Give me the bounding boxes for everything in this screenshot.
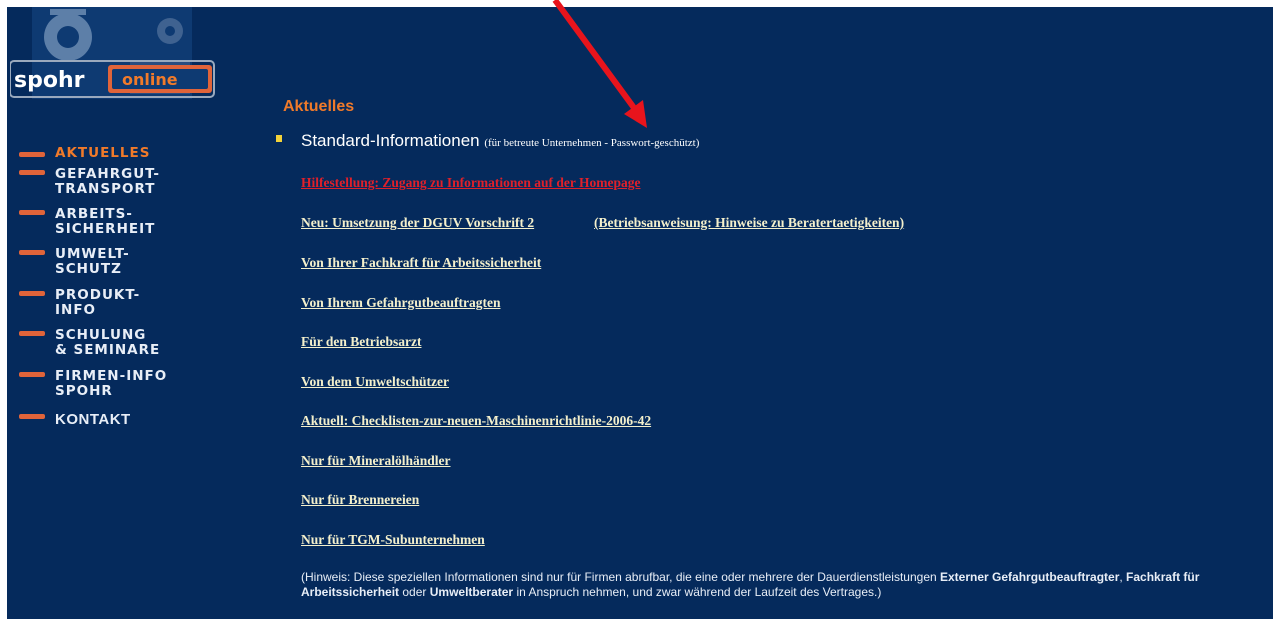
link-tgm-subunternehmen[interactable]: Nur für TGM-Subunternehmen bbox=[301, 532, 485, 548]
spohr-online-logo[interactable]: spohr online bbox=[10, 7, 220, 107]
link-betriebsanweisung[interactable]: (Betriebsanweisung: Hinweise zu Beratert… bbox=[594, 215, 904, 231]
nav-item-gefahrgut[interactable]: GEFAHRGUT- TRANSPORT bbox=[7, 167, 247, 203]
link-checklisten[interactable]: Aktuell: Checklisten-zur-neuen-Maschinen… bbox=[301, 413, 651, 429]
hint-bold-1: Externer Gefahrgutbeauftragter bbox=[940, 570, 1120, 584]
link-betriebsarzt[interactable]: Für den Betriebsarzt bbox=[301, 334, 421, 350]
dash-icon bbox=[19, 210, 45, 215]
dash-icon bbox=[19, 170, 45, 175]
svg-text:online: online bbox=[122, 70, 178, 89]
link-brennereien[interactable]: Nur für Brennereien bbox=[301, 492, 419, 508]
svg-text:spohr: spohr bbox=[14, 68, 85, 93]
standard-info-note: (für betreute Unternehmen - Passwort-ges… bbox=[484, 137, 700, 149]
link-mineraloelhaendler[interactable]: Nur für Mineralölhändler bbox=[301, 453, 451, 469]
link-dguv-vorschrift[interactable]: Neu: Umsetzung der DGUV Vorschrift 2 bbox=[301, 215, 534, 231]
bullet-icon bbox=[276, 135, 282, 142]
hint-part-1: (Hinweis: Diese speziellen Informationen… bbox=[301, 570, 940, 584]
nav-label-firmeninfo: FIRMEN-INFO SPOHR bbox=[55, 368, 168, 399]
link-gefahrgutbeauftragter[interactable]: Von Ihrem Gefahrgutbeauftragten bbox=[301, 295, 501, 311]
nav-item-arbeitssicherheit[interactable]: ARBEITS- SICHERHEIT bbox=[7, 207, 247, 243]
hint-bold-3: Umweltberater bbox=[429, 585, 514, 599]
nav-label-schulung: SCHULUNG & SEMINARE bbox=[55, 327, 161, 358]
nav-label-kontakt: KONTAKT bbox=[55, 411, 131, 428]
standard-info-label: Standard-Informationen bbox=[301, 131, 480, 150]
dash-icon bbox=[19, 414, 45, 419]
nav-item-umweltschutz[interactable]: UMWELT- SCHUTZ bbox=[7, 247, 247, 283]
nav-item-produktinfo[interactable]: PRODUKT- INFO bbox=[7, 288, 247, 324]
dash-icon bbox=[19, 372, 45, 377]
nav-label-produktinfo: PRODUKT- INFO bbox=[55, 287, 141, 318]
nav-item-kontakt[interactable]: KONTAKT bbox=[7, 411, 247, 447]
nav-item-schulung[interactable]: SCHULUNG & SEMINARE bbox=[7, 328, 247, 364]
hint-text: (Hinweis: Diese speziellen Informationen… bbox=[301, 570, 1241, 600]
nav-label-arbeitssicherheit: ARBEITS- SICHERHEIT bbox=[55, 206, 156, 237]
dash-icon bbox=[19, 291, 45, 296]
page-title: Aktuelles bbox=[283, 98, 355, 115]
nav-label-umweltschutz: UMWELT- SCHUTZ bbox=[55, 246, 130, 277]
link-hilfestellung[interactable]: Hilfestellung: Zugang zu Informationen a… bbox=[301, 175, 641, 191]
dash-icon bbox=[19, 331, 45, 336]
nav-label-aktuelles: AKTUELLES bbox=[55, 145, 151, 161]
dash-icon bbox=[19, 250, 45, 255]
hint-part-4: in Anspruch nehmen, und zwar während der… bbox=[513, 585, 882, 599]
nav-item-firmeninfo[interactable]: FIRMEN-INFO SPOHR bbox=[7, 369, 247, 405]
link-fachkraft[interactable]: Von Ihrer Fachkraft für Arbeitssicherhei… bbox=[301, 255, 541, 271]
link-umweltschuetzer[interactable]: Von dem Umweltschützer bbox=[301, 374, 449, 390]
standard-info-title: Standard-Informationen (für betreute Unt… bbox=[301, 131, 699, 151]
nav-label-gefahrgut: GEFAHRGUT- TRANSPORT bbox=[55, 166, 160, 197]
hint-part-3: oder bbox=[399, 585, 430, 599]
page-frame: spohr online AKTUELLES GEFAHRGUT- TRANSP… bbox=[7, 7, 1273, 619]
dash-icon bbox=[19, 152, 45, 157]
